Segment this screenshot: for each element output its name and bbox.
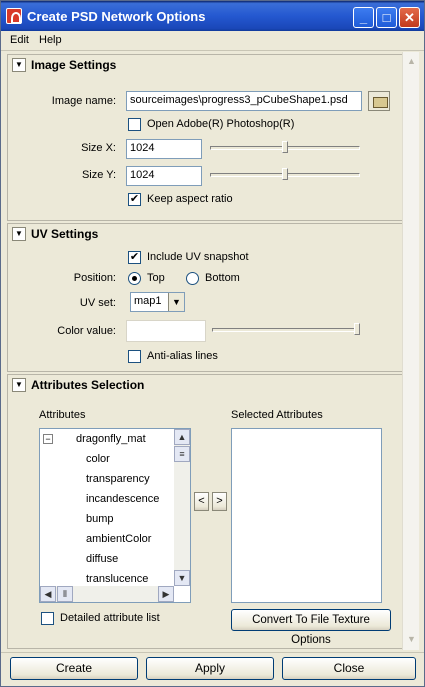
tree-item[interactable]: bump — [86, 513, 114, 525]
menu-bar: Edit Help — [1, 31, 424, 51]
attributes-header: Attributes — [39, 409, 86, 421]
color-value-slider-thumb[interactable] — [354, 323, 360, 335]
dialog-button-bar: Create Apply Close — [1, 652, 424, 686]
uv-settings-title: UV Settings — [31, 227, 99, 241]
close-window-button[interactable]: ✕ — [399, 7, 420, 28]
keep-aspect-checkbox[interactable]: ✔ — [128, 193, 141, 206]
size-x-slider-thumb[interactable] — [282, 141, 288, 153]
scroll-down-arrow-icon[interactable]: ▼ — [174, 570, 190, 586]
convert-to-file-texture-button[interactable]: Convert To File Texture Options — [231, 609, 391, 646]
tree-collapse-icon[interactable]: − — [43, 434, 53, 444]
minimize-button[interactable]: _ — [353, 7, 374, 28]
uv-set-dropdown[interactable]: map1 ▼ — [130, 292, 185, 312]
size-y-slider-thumb[interactable] — [282, 168, 288, 180]
include-uv-label: Include UV snapshot — [147, 251, 249, 263]
uv-set-label: UV set: — [79, 297, 116, 309]
browse-folder-icon[interactable] — [368, 91, 390, 111]
position-label: Position: — [73, 272, 116, 284]
scroll-down-arrow-icon[interactable]: ▼ — [404, 632, 419, 647]
collapse-arrow-icon[interactable]: ▼ — [12, 58, 26, 72]
attributes-selection-frame: ▼ Attributes Selection Attributes Select… — [7, 374, 403, 649]
move-right-button[interactable]: > — [212, 492, 227, 511]
color-value-label: Color value: — [57, 325, 116, 337]
size-y-input[interactable]: 1024 — [126, 166, 202, 186]
tree-item[interactable]: diffuse — [86, 553, 118, 565]
selected-attributes-header: Selected Attributes — [231, 409, 323, 421]
tree-item[interactable]: incandescence — [86, 493, 159, 505]
tree-item[interactable]: ambientColor — [86, 533, 151, 545]
size-y-label: Size Y: — [81, 169, 116, 181]
collapse-arrow-icon[interactable]: ▼ — [12, 227, 26, 241]
keep-aspect-label: Keep aspect ratio — [147, 193, 233, 205]
scroll-thumb[interactable]: ≡ — [174, 446, 190, 462]
tree-item[interactable]: color — [86, 453, 110, 465]
position-top-radio[interactable] — [128, 272, 141, 285]
image-settings-title: Image Settings — [31, 58, 117, 72]
size-x-label: Size X: — [81, 142, 116, 154]
detailed-attribute-checkbox[interactable] — [41, 612, 54, 625]
menu-help[interactable]: Help — [39, 34, 62, 46]
maya-app-icon — [6, 8, 22, 24]
image-name-input[interactable]: sourceimages\progress3_pCubeShape1.psd — [126, 91, 362, 111]
h-scroll-thumb[interactable]: ⦀ — [57, 586, 73, 602]
collapse-arrow-icon[interactable]: ▼ — [12, 378, 26, 392]
open-photoshop-checkbox[interactable] — [128, 118, 141, 131]
window-title: Create PSD Network Options — [27, 9, 206, 24]
position-bottom-label: Bottom — [205, 272, 240, 284]
uv-settings-frame: ▼ UV Settings ✔ Include UV snapshot Posi… — [7, 223, 403, 372]
image-settings-frame: ▼ Image Settings Image name: sourceimage… — [7, 54, 403, 221]
detailed-attribute-label: Detailed attribute list — [60, 612, 160, 624]
uv-set-value: map1 — [134, 295, 162, 307]
scroll-right-arrow-icon[interactable]: ▶ — [158, 586, 174, 602]
color-value-slider[interactable] — [212, 328, 360, 332]
tree-root-item[interactable]: dragonfly_mat — [76, 433, 146, 445]
anti-alias-label: Anti-alias lines — [147, 350, 218, 362]
title-bar[interactable]: Create PSD Network Options _ □ ✕ — [1, 1, 424, 31]
create-button[interactable]: Create — [10, 657, 138, 680]
panel-vertical-scrollbar[interactable]: ▲ ▼ — [402, 52, 419, 650]
uv-settings-header[interactable]: ▼ UV Settings — [8, 224, 402, 244]
selected-attributes-list[interactable] — [231, 428, 382, 603]
open-photoshop-label: Open Adobe(R) Photoshop(R) — [147, 118, 295, 130]
maximize-button[interactable]: □ — [376, 7, 397, 28]
scroll-up-arrow-icon[interactable]: ▲ — [404, 54, 419, 69]
menu-edit[interactable]: Edit — [10, 34, 29, 46]
anti-alias-checkbox[interactable] — [128, 350, 141, 363]
chevron-down-icon[interactable]: ▼ — [168, 293, 184, 311]
image-settings-header[interactable]: ▼ Image Settings — [8, 55, 402, 75]
apply-button[interactable]: Apply — [146, 657, 274, 680]
color-value-swatch[interactable] — [126, 320, 206, 342]
attributes-selection-title: Attributes Selection — [31, 378, 145, 392]
move-left-button[interactable]: < — [194, 492, 209, 511]
options-panel: ▼ Image Settings Image name: sourceimage… — [5, 52, 403, 650]
scroll-left-arrow-icon[interactable]: ◀ — [40, 586, 56, 602]
tree-item[interactable]: transparency — [86, 473, 150, 485]
size-x-input[interactable]: 1024 — [126, 139, 202, 159]
tree-item[interactable]: translucence — [86, 573, 148, 585]
attributes-tree[interactable]: − dragonfly_mat color transparency incan… — [39, 428, 191, 603]
scroll-up-arrow-icon[interactable]: ▲ — [174, 429, 190, 445]
position-bottom-radio[interactable] — [186, 272, 199, 285]
include-uv-checkbox[interactable]: ✔ — [128, 251, 141, 264]
close-button[interactable]: Close — [282, 657, 416, 680]
image-name-label: Image name: — [51, 95, 116, 107]
attributes-selection-header[interactable]: ▼ Attributes Selection — [8, 375, 402, 395]
position-top-label: Top — [147, 272, 165, 284]
dialog-window: Create PSD Network Options _ □ ✕ Edit He… — [0, 0, 425, 687]
